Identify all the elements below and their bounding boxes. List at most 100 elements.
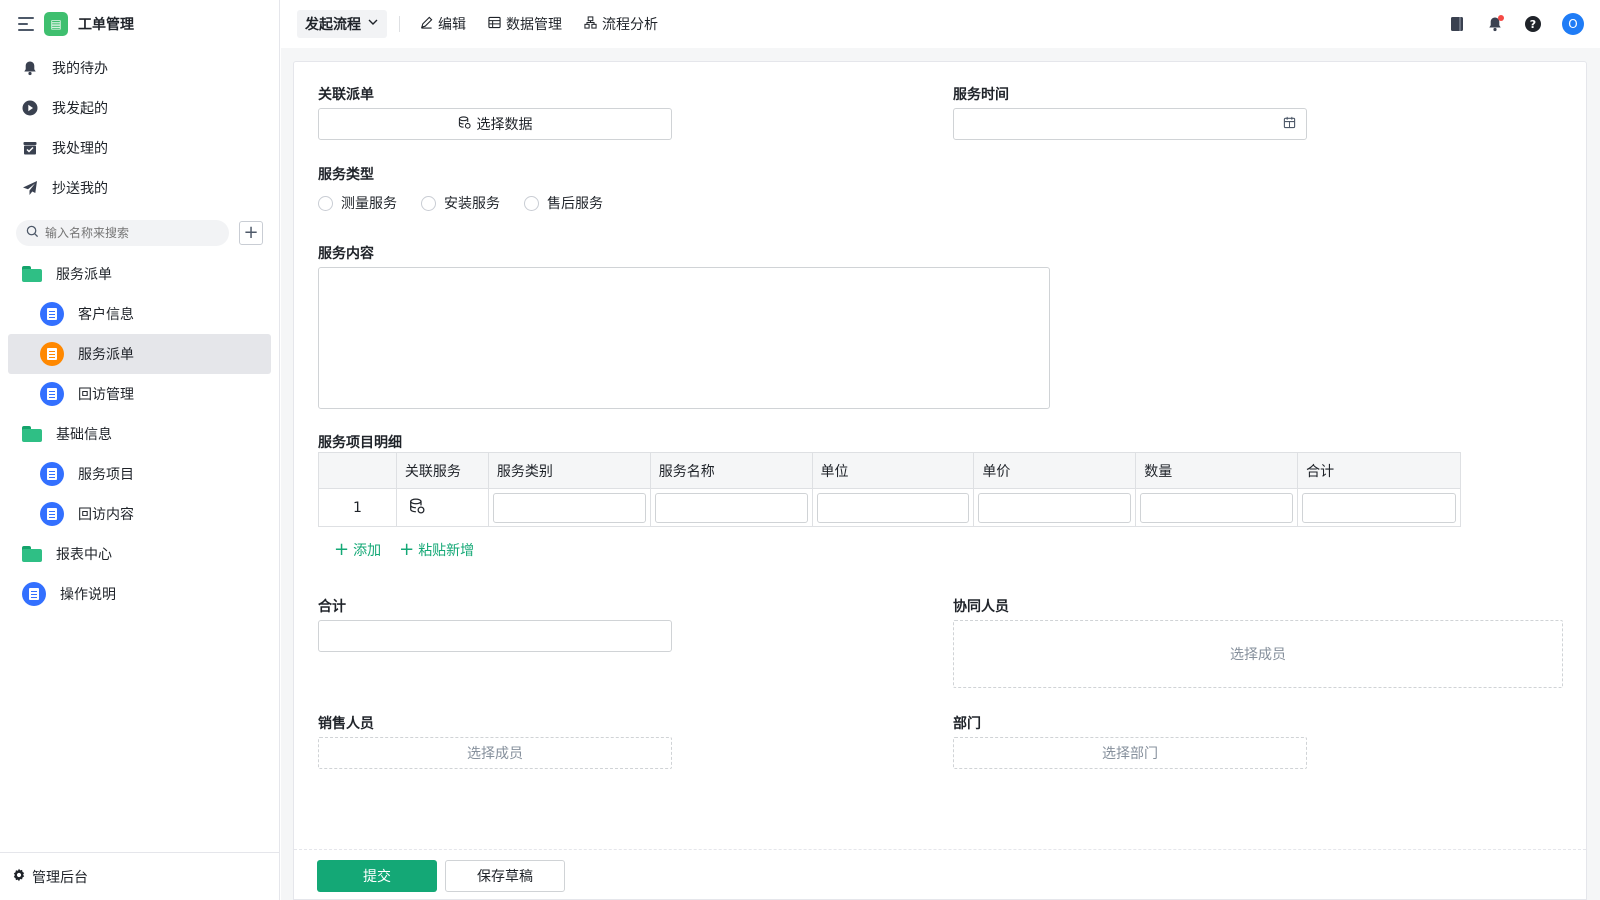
tree-item[interactable]: 回访内容 bbox=[8, 494, 271, 534]
service-name-input[interactable] bbox=[654, 492, 808, 523]
cell bbox=[973, 488, 1137, 527]
cell bbox=[650, 488, 813, 527]
form-panel: 关联派单 选择数据 服务时间 服务类型 测量服务 安装服务 售后服务 服务内容 … bbox=[293, 61, 1587, 900]
send-icon bbox=[22, 180, 38, 196]
inbox-check-icon bbox=[22, 140, 38, 156]
table-row: 1 bbox=[318, 488, 1461, 527]
search-icon bbox=[26, 225, 39, 242]
sheet-glyph bbox=[47, 388, 57, 400]
cell bbox=[488, 488, 651, 527]
service-time-label: 服务时间 bbox=[953, 87, 1009, 103]
tree-item-label: 基础信息 bbox=[56, 427, 112, 443]
save-draft-button[interactable]: 保存草稿 bbox=[445, 860, 565, 892]
unread-dot bbox=[1498, 15, 1504, 21]
menu-collapse-icon[interactable] bbox=[18, 17, 34, 31]
unit-price-input[interactable] bbox=[978, 492, 1132, 523]
total-input[interactable] bbox=[318, 620, 672, 652]
tree-item[interactable]: 操作说明 bbox=[8, 574, 271, 614]
form-doc-icon bbox=[22, 582, 46, 606]
department-label: 部门 bbox=[953, 716, 981, 732]
admin-console-label: 管理后台 bbox=[32, 869, 88, 886]
sales-picker[interactable]: 选择成员 bbox=[318, 737, 672, 769]
detail-label: 服务项目明细 bbox=[318, 435, 402, 451]
service-time-picker[interactable] bbox=[953, 108, 1307, 140]
service-category-input[interactable] bbox=[492, 492, 646, 523]
column-header: 关联服务 bbox=[396, 452, 489, 489]
service-content-textarea[interactable] bbox=[318, 267, 1050, 409]
paste-add-button[interactable]: + 粘贴新增 bbox=[399, 540, 474, 560]
tree-item[interactable]: 服务派单 bbox=[8, 254, 271, 294]
service-type-label: 服务类型 bbox=[318, 167, 374, 183]
column-header: 单价 bbox=[973, 452, 1137, 489]
row-total-input[interactable] bbox=[1302, 492, 1456, 523]
nav-label: 我的待办 bbox=[52, 61, 108, 77]
nav-my-initiated[interactable]: 我发起的 bbox=[0, 88, 279, 128]
play-circle-icon bbox=[22, 100, 38, 116]
pencil-icon bbox=[420, 16, 433, 33]
sheet-glyph bbox=[29, 588, 39, 600]
department-picker[interactable]: 选择部门 bbox=[953, 737, 1307, 769]
radio-circle bbox=[524, 195, 539, 211]
bell-icon bbox=[22, 60, 38, 76]
radio-label: 测量服务 bbox=[341, 196, 397, 212]
collaborators-label: 协同人员 bbox=[953, 599, 1009, 615]
user-avatar[interactable]: O bbox=[1562, 13, 1584, 35]
add-row-label: 添加 bbox=[353, 543, 382, 559]
add-item-button[interactable]: + bbox=[239, 221, 263, 245]
form-footer: 提交 保存草稿 bbox=[294, 849, 1586, 899]
search-input[interactable] bbox=[45, 226, 219, 240]
flow-chart-icon bbox=[584, 15, 597, 33]
tree-item[interactable]: 服务派单 bbox=[8, 334, 271, 374]
tree-item[interactable]: 基础信息 bbox=[8, 414, 271, 454]
app-tree: 服务派单 客户信息 服务派单 回访管理 基础信息 服务项目 回访内容 报表中心 操作说明 bbox=[0, 254, 279, 614]
notification-bell-icon[interactable] bbox=[1486, 15, 1504, 33]
admin-console-link[interactable]: 管理后台 bbox=[0, 852, 279, 900]
radio-after-sales-service[interactable]: 售后服务 bbox=[524, 193, 603, 213]
tree-item[interactable]: 回访管理 bbox=[8, 374, 271, 414]
radio-install-service[interactable]: 安装服务 bbox=[421, 193, 500, 213]
nav-my-handled[interactable]: 我处理的 bbox=[0, 128, 279, 168]
flow-form-icon bbox=[40, 342, 64, 366]
nav-my-todo[interactable]: 我的待办 bbox=[0, 48, 279, 88]
table-icon bbox=[488, 16, 501, 33]
tree-item-label: 服务派单 bbox=[78, 347, 134, 363]
form-doc-icon bbox=[40, 302, 64, 326]
toolbar-flow-analysis[interactable]: 流程分析 bbox=[576, 10, 666, 38]
tree-item[interactable]: 报表中心 bbox=[8, 534, 271, 574]
tree-item[interactable]: 服务项目 bbox=[8, 454, 271, 494]
add-row-button[interactable]: + 添加 bbox=[334, 540, 381, 560]
sidebar-search-row: + bbox=[0, 220, 279, 246]
gear-icon bbox=[12, 868, 26, 886]
row-index: 1 bbox=[318, 488, 397, 527]
sheet-glyph bbox=[47, 508, 57, 520]
nav-label: 我发起的 bbox=[52, 101, 108, 117]
collaborators-picker[interactable]: 选择成员 bbox=[953, 620, 1563, 688]
notebook-icon[interactable] bbox=[1448, 15, 1466, 33]
app-header: ▤ 工单管理 bbox=[0, 0, 279, 48]
toolbar-divider bbox=[399, 16, 400, 32]
toolbar-edit[interactable]: 编辑 bbox=[412, 10, 474, 38]
toolbar-right-actions: ? O bbox=[1448, 13, 1584, 35]
submit-button[interactable]: 提交 bbox=[317, 860, 437, 892]
tree-item[interactable]: 客户信息 bbox=[8, 294, 271, 334]
quantity-input[interactable] bbox=[1140, 492, 1294, 523]
chevron-down-icon bbox=[367, 16, 379, 32]
radio-circle bbox=[421, 195, 436, 211]
column-header: 合计 bbox=[1297, 452, 1461, 489]
radio-circle bbox=[318, 195, 333, 211]
start-flow-dropdown[interactable]: 发起流程 bbox=[297, 10, 387, 38]
form-app-icon: ▤ bbox=[44, 12, 68, 36]
tree-item-label: 报表中心 bbox=[56, 547, 112, 563]
nav-cc-me[interactable]: 抄送我的 bbox=[0, 168, 279, 208]
help-icon[interactable]: ? bbox=[1524, 15, 1542, 33]
tree-item-label: 回访管理 bbox=[78, 387, 134, 403]
related-service-cell[interactable] bbox=[396, 488, 489, 527]
column-header: 数量 bbox=[1135, 452, 1299, 489]
select-data-button[interactable]: 选择数据 bbox=[318, 108, 672, 140]
table-header-row: 关联服务 服务类别 服务名称 单位 单价 数量 合计 bbox=[318, 452, 1461, 489]
unit-input[interactable] bbox=[816, 492, 970, 523]
toolbar-data-manage-label: 数据管理 bbox=[506, 17, 562, 33]
toolbar-data-manage[interactable]: 数据管理 bbox=[480, 10, 570, 38]
column-header: 服务类别 bbox=[488, 452, 651, 489]
radio-measure-service[interactable]: 测量服务 bbox=[318, 193, 397, 213]
